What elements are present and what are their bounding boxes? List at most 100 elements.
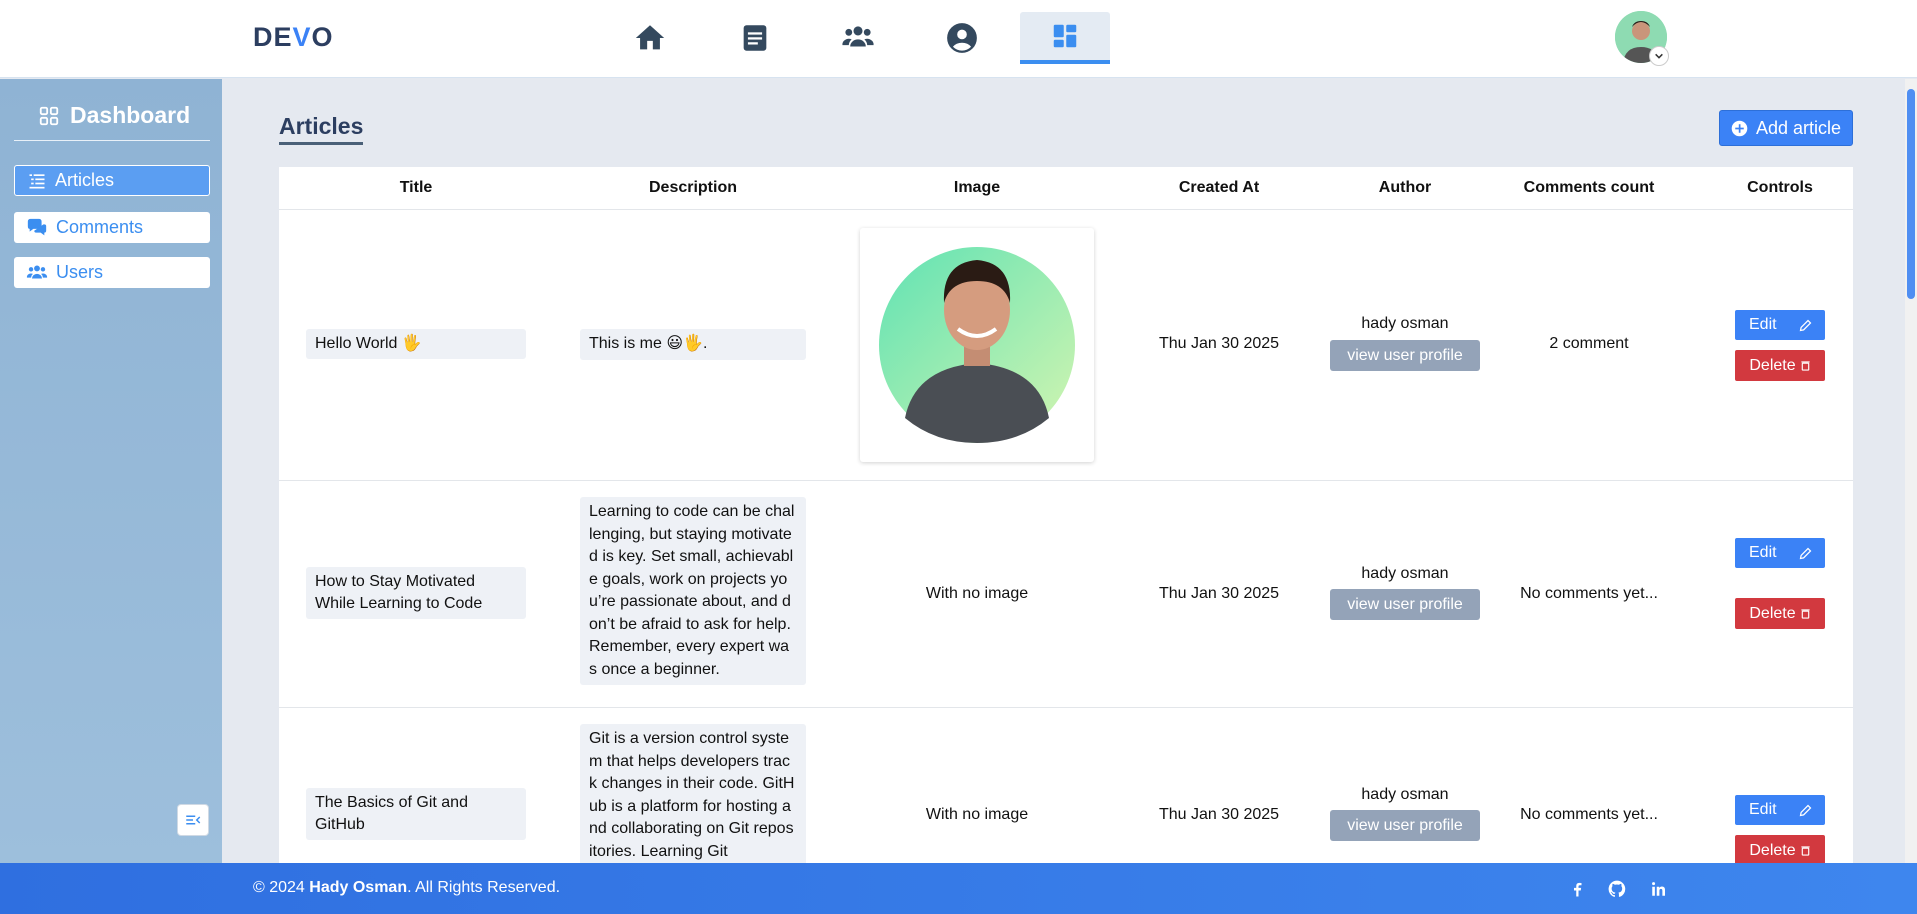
sidebar-item-articles[interactable]: Articles: [14, 165, 210, 196]
header-created-at: Created At: [1178, 179, 1260, 196]
nav-profile[interactable]: [917, 12, 1007, 64]
edit-button[interactable]: Edit: [1735, 310, 1825, 340]
facebook-icon: [1574, 882, 1582, 897]
sidebar-item-users[interactable]: Users: [14, 257, 210, 288]
header-title: Title: [399, 179, 433, 196]
no-image-text: With no image: [925, 806, 1029, 823]
linkedin-link[interactable]: [1648, 878, 1670, 900]
article-title: The Basics of Git and GitHub: [306, 788, 526, 840]
sidebar-title: Dashboard: [38, 102, 190, 129]
delete-button[interactable]: Delete: [1735, 350, 1825, 381]
sidebar-title-label: Dashboard: [70, 102, 191, 128]
header-image: Image: [953, 179, 1001, 196]
sidebar: Dashboard Articles Comments Users: [0, 79, 222, 863]
articles-table: Title Description Image Created At Autho…: [279, 167, 1853, 863]
trash-icon: [1801, 609, 1810, 619]
sidebar-item-label: Users: [56, 262, 104, 282]
view-user-profile-button[interactable]: view user profile: [1330, 340, 1480, 371]
edit-label: Edit: [1749, 544, 1777, 561]
article-description: Learning to code can be challenging, but…: [580, 497, 806, 685]
article-title: Hello World 🖐: [306, 329, 526, 359]
dashboard-icon: [1053, 24, 1077, 48]
edit-button[interactable]: Edit: [1735, 795, 1825, 825]
logo-text-suffix: O: [311, 22, 334, 52]
logo-text-prefix: DE: [253, 22, 293, 52]
author-name: hady osman: [1361, 786, 1449, 803]
top-navbar: DEVO: [0, 0, 1917, 78]
edit-button[interactable]: Edit: [1735, 538, 1825, 568]
article-description: This is me 😃🖐.: [580, 329, 806, 360]
delete-button[interactable]: Delete: [1735, 835, 1825, 863]
sidebar-item-comments[interactable]: Comments: [14, 212, 210, 243]
grid-icon: [39, 106, 59, 125]
created-at: Thu Jan 30 2025: [1158, 806, 1280, 823]
article-description: Git is a version control system that hel…: [580, 724, 806, 863]
author-name: hady osman: [1361, 565, 1449, 582]
nav-articles[interactable]: [710, 12, 800, 64]
pencil-icon: [1799, 804, 1812, 816]
header-comments-count: Comments count: [1523, 179, 1655, 196]
comments-icon: [27, 218, 47, 235]
page-scrollbar[interactable]: [1905, 79, 1917, 863]
trash-icon: [1801, 846, 1810, 856]
trash-icon: [1801, 361, 1810, 371]
table-header: Title Description Image Created At Autho…: [279, 167, 1853, 210]
edit-label: Edit: [1749, 316, 1777, 333]
header-author: Author: [1378, 179, 1432, 196]
copyright-prefix: © 2024: [253, 879, 310, 896]
github-link[interactable]: [1606, 878, 1628, 900]
copyright-name[interactable]: Hady Osman: [309, 879, 407, 896]
no-image-text: With no image: [925, 585, 1029, 602]
view-user-profile-button[interactable]: view user profile: [1330, 589, 1480, 620]
scrollbar-thumb[interactable]: [1907, 89, 1915, 299]
users-icon: [26, 264, 48, 278]
sidebar-collapse-button[interactable]: [177, 804, 209, 836]
home-icon: [635, 25, 665, 50]
header-controls: Controls: [1747, 179, 1813, 196]
nav-users[interactable]: [813, 12, 903, 64]
add-article-button[interactable]: Add article: [1719, 110, 1853, 146]
article-title: How to Stay Motivated While Learning to …: [306, 567, 526, 619]
users-icon: [842, 26, 874, 47]
nav-dashboard[interactable]: [1020, 12, 1110, 64]
logo-text-accent: V: [292, 22, 312, 52]
github-icon: [1608, 880, 1626, 897]
list-icon: [29, 173, 45, 188]
view-user-profile-button[interactable]: view user profile: [1330, 810, 1480, 841]
pencil-icon: [1799, 319, 1812, 331]
delete-label: Delete: [1749, 604, 1796, 622]
table-row: Hello World 🖐 This is me 😃🖐. Thu Jan 30 …: [279, 210, 1853, 481]
linkedin-icon: [1652, 882, 1665, 896]
copyright: © 2024 Hady Osman. All Rights Reserved.: [253, 879, 560, 897]
document-icon: [743, 25, 767, 51]
comments-count: No comments yet...: [1520, 585, 1658, 602]
header-description: Description: [648, 179, 737, 196]
footer: © 2024 Hady Osman. All Rights Reserved.: [0, 863, 1917, 914]
add-article-label: Add article: [1755, 117, 1842, 138]
chevron-down-icon: [1649, 46, 1669, 66]
edit-label: Edit: [1749, 801, 1777, 818]
article-image[interactable]: [860, 228, 1094, 462]
sidebar-item-label: Comments: [56, 217, 144, 237]
facebook-link[interactable]: [1566, 878, 1588, 900]
delete-label: Delete: [1749, 841, 1796, 859]
pencil-icon: [1799, 547, 1812, 559]
created-at: Thu Jan 30 2025: [1158, 585, 1280, 602]
author-name: hady osman: [1361, 315, 1449, 332]
collapse-icon: [186, 815, 201, 825]
page-title: Articles: [279, 113, 364, 145]
user-menu[interactable]: [1615, 11, 1669, 66]
comments-count: No comments yet...: [1520, 806, 1658, 823]
sidebar-divider: [14, 140, 210, 141]
created-at: Thu Jan 30 2025: [1158, 335, 1280, 352]
nav-home[interactable]: [605, 12, 695, 64]
comments-count: 2 comment: [1549, 335, 1629, 352]
delete-label: Delete: [1749, 356, 1796, 374]
copyright-suffix: . All Rights Reserved.: [407, 879, 561, 896]
logo[interactable]: DEVO: [253, 22, 334, 53]
delete-button[interactable]: Delete: [1735, 598, 1825, 629]
plus-circle-icon: [1731, 120, 1748, 136]
table-row: The Basics of Git and GitHub Git is a ve…: [279, 708, 1853, 863]
user-circle-icon: [947, 23, 977, 53]
table-row: How to Stay Motivated While Learning to …: [279, 481, 1853, 708]
